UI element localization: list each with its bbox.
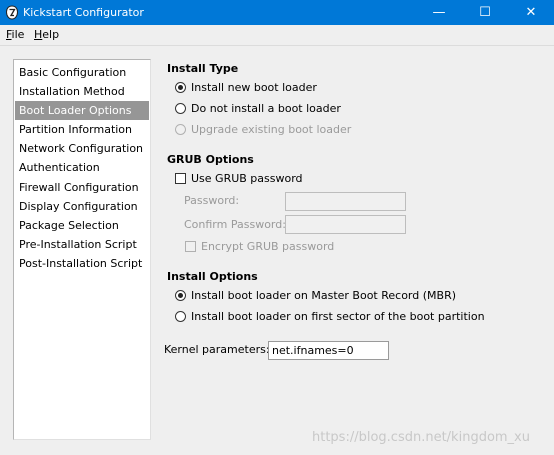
sidebar-item-package-selection[interactable]: Package Selection [15, 216, 149, 235]
watermark-text: https://blog.csdn.net/kingdom_xu [312, 430, 530, 445]
sidebar-item-installation-method[interactable]: Installation Method [15, 82, 149, 101]
encrypt-grub-password-label: Encrypt GRUB password [201, 240, 335, 253]
password-label: Password: [184, 194, 240, 207]
sidebar-item-network-configuration[interactable]: Network Configuration [15, 139, 149, 158]
close-button[interactable]: ✕ [508, 0, 554, 25]
install-options-heading: Install Options [167, 270, 258, 283]
menu-help[interactable]: Help [34, 28, 59, 41]
install-on-boot-partition-label: Install boot loader on first sector of t… [191, 310, 485, 323]
menu-file-label: ile [11, 28, 25, 41]
sidebar-item-firewall-configuration[interactable]: Firewall Configuration [15, 178, 149, 197]
encrypt-grub-password-option: Encrypt GRUB password [185, 239, 385, 255]
do-not-install-option[interactable]: Do not install a boot loader [175, 101, 425, 117]
grub-options-heading: GRUB Options [167, 153, 254, 166]
use-grub-password-label: Use GRUB password [191, 172, 303, 185]
do-not-install-label: Do not install a boot loader [191, 102, 341, 115]
sidebar-item-partition-information[interactable]: Partition Information [15, 120, 149, 139]
sidebar-item-boot-loader-options[interactable]: Boot Loader Options [15, 101, 149, 120]
menu-file[interactable]: File [6, 28, 24, 41]
menu-help-label: elp [42, 28, 60, 41]
upgrade-existing-label: Upgrade existing boot loader [191, 123, 352, 136]
sidebar-item-display-configuration[interactable]: Display Configuration [15, 197, 149, 216]
install-new-boot-loader-option[interactable]: Install new boot loader [175, 80, 425, 96]
install-on-mbr-radio[interactable] [175, 290, 186, 301]
install-type-heading: Install Type [167, 62, 239, 75]
sidebar-item-basic-configuration[interactable]: Basic Configuration [15, 63, 149, 82]
confirm-password-field[interactable] [285, 215, 406, 234]
install-on-mbr-option[interactable]: Install boot loader on Master Boot Recor… [175, 288, 475, 304]
upgrade-existing-option: Upgrade existing boot loader [175, 122, 425, 138]
install-new-radio[interactable] [175, 82, 186, 93]
install-on-mbr-label: Install boot loader on Master Boot Recor… [191, 289, 456, 302]
upgrade-existing-radio [175, 124, 186, 135]
kernel-parameters-field[interactable] [268, 341, 389, 360]
encrypt-grub-password-checkbox [185, 241, 196, 252]
install-on-boot-partition-option[interactable]: Install boot loader on first sector of t… [175, 309, 485, 325]
do-not-install-radio[interactable] [175, 103, 186, 114]
app-icon [5, 5, 19, 20]
use-grub-password-checkbox[interactable] [175, 173, 186, 184]
kernel-parameters-label: Kernel parameters: [164, 343, 270, 356]
minimize-button[interactable]: — [416, 0, 462, 25]
install-on-boot-partition-radio[interactable] [175, 311, 186, 322]
sidebar-item-post-installation-script[interactable]: Post-Installation Script [15, 254, 149, 273]
title-bar: Kickstart Configurator — ☐ ✕ [0, 0, 554, 25]
use-grub-password-option[interactable]: Use GRUB password [175, 171, 375, 187]
sidebar-item-pre-installation-script[interactable]: Pre-Installation Script [15, 235, 149, 254]
password-field[interactable] [285, 192, 406, 211]
confirm-password-label: Confirm Password: [184, 218, 286, 231]
maximize-button[interactable]: ☐ [462, 0, 508, 25]
menu-bar: File Help [0, 25, 554, 46]
install-new-label: Install new boot loader [191, 81, 317, 94]
window-title: Kickstart Configurator [23, 6, 144, 19]
sidebar-item-authentication[interactable]: Authentication [15, 158, 149, 177]
sidebar-list: Basic Configuration Installation Method … [13, 59, 151, 440]
